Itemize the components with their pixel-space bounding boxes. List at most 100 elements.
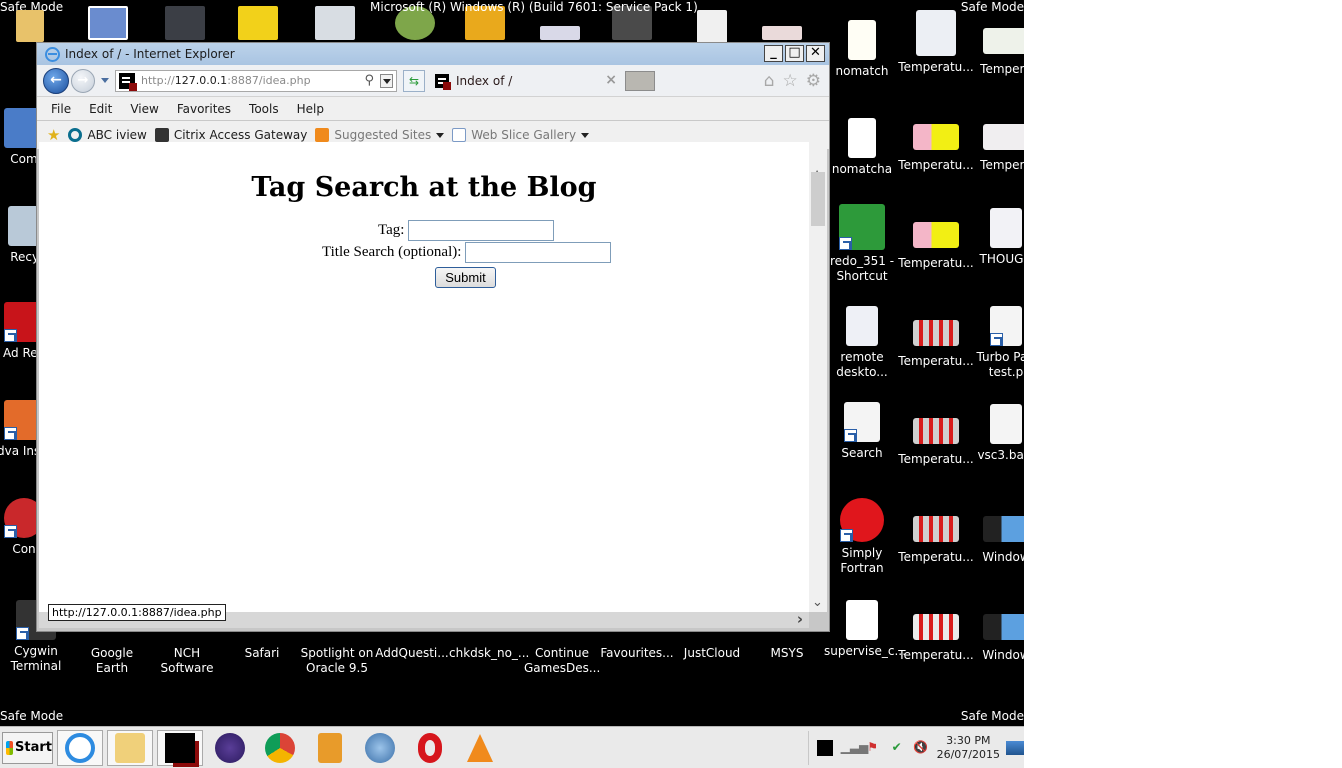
- text-file-icon[interactable]: [697, 10, 727, 44]
- image-icon[interactable]: [540, 26, 580, 40]
- web-server-tray-icon[interactable]: [816, 740, 833, 756]
- video-icon[interactable]: [88, 6, 128, 40]
- desktop-icon-thoughts[interactable]: THOUGH: [968, 208, 1024, 267]
- desktop-icon-temperature[interactable]: Temperatu...: [898, 124, 974, 173]
- desktop-icon-turbo-pascal[interactable]: Turbo Pa - test.p: [968, 306, 1024, 380]
- power-icon[interactable]: ✔: [889, 740, 905, 756]
- compatibility-view-button[interactable]: ⇆: [403, 69, 425, 92]
- desktop-icon-simply-fortran[interactable]: Simply Fortran: [824, 498, 900, 576]
- desktop-icon-temperature[interactable]: Tempera: [968, 28, 1024, 77]
- desktop-icon-google-earth[interactable]: Google Earth: [74, 646, 150, 676]
- desktop-icon-addquestion[interactable]: AddQuesti...: [374, 646, 450, 661]
- taskbar-vlc[interactable]: [457, 730, 503, 766]
- menu-edit[interactable]: Edit: [89, 102, 112, 116]
- desktop-icon-temperature[interactable]: Temperatu...: [898, 222, 974, 271]
- desktop-icon-nomatch[interactable]: nomatch: [824, 20, 900, 79]
- address-dropdown-button[interactable]: [380, 73, 393, 88]
- desktop-icon-temperature[interactable]: Tempera: [968, 124, 1024, 173]
- network-signal-icon[interactable]: ▁▃▅: [841, 740, 869, 756]
- vertical-scrollbar[interactable]: ▲ ⌄: [809, 142, 827, 612]
- desktop-icon-nomatcha[interactable]: nomatcha: [824, 118, 900, 177]
- desktop-icon-justcloud[interactable]: JustCloud: [674, 646, 750, 661]
- scrollbar-thumb[interactable]: [811, 172, 825, 226]
- scanner-icon[interactable]: [165, 6, 205, 40]
- image-icon: [913, 516, 959, 542]
- favorite-suggested-sites[interactable]: Suggested Sites: [315, 128, 445, 142]
- desktop-icon-temperature[interactable]: Temperatu...: [898, 614, 974, 663]
- taskbar-opera[interactable]: [407, 730, 453, 766]
- clock[interactable]: 3:30 PM 26/07/2015: [937, 734, 1000, 762]
- taskbar-chrome[interactable]: [257, 730, 303, 766]
- search-icon[interactable]: ⚲: [364, 73, 374, 88]
- page-heading: Tag Search at the Blog: [251, 172, 597, 203]
- desktop-icon-redo[interactable]: redo_351 - Shortcut: [824, 204, 900, 284]
- menu-tools[interactable]: Tools: [249, 102, 279, 116]
- desktop-icon-temperature[interactable]: Temperatu...: [898, 320, 974, 369]
- tab-close-icon[interactable]: ×: [605, 72, 617, 88]
- system-tray: ▁▃▅ ⚑ ✔ 🔇 3:30 PM 26/07/2015: [807, 731, 1024, 765]
- image-icon[interactable]: [762, 26, 802, 40]
- desktop-icon-search[interactable]: Search: [824, 402, 900, 461]
- globe-app-icon[interactable]: [238, 6, 278, 40]
- title-search-input[interactable]: [465, 242, 612, 263]
- menu-file[interactable]: File: [51, 102, 71, 116]
- volume-muted-icon[interactable]: 🔇: [913, 740, 929, 756]
- favorite-web-slice-gallery[interactable]: Web Slice Gallery: [452, 128, 590, 142]
- gear-icon[interactable]: ⚙: [806, 71, 821, 91]
- maximize-button[interactable]: □: [785, 45, 804, 62]
- show-desktop-button[interactable]: [1006, 741, 1024, 755]
- desktop-icon-vsc3[interactable]: vsc3.bat_: [968, 404, 1024, 463]
- desktop-icon-continue-games[interactable]: Continue GamesDes...: [524, 646, 600, 676]
- desktop-icon-msys[interactable]: MSYS: [749, 646, 825, 661]
- image-icon: [913, 222, 959, 248]
- back-button[interactable]: ←: [43, 67, 69, 94]
- desktop-icon-windows[interactable]: Window: [968, 516, 1024, 565]
- taskbar-web-server[interactable]: [157, 729, 203, 766]
- internet-explorer-window[interactable]: Index of / - Internet Explorer _ □ ✕ ← →…: [36, 42, 830, 632]
- favorite-citrix[interactable]: Citrix Access Gateway: [154, 128, 307, 142]
- menu-view[interactable]: View: [130, 102, 158, 116]
- taskbar-safari[interactable]: [357, 730, 403, 766]
- desktop-icon-temperature[interactable]: Temperatu...: [898, 516, 974, 565]
- internet-explorer-icon: [45, 46, 60, 62]
- taskbar-windows-explorer[interactable]: [107, 729, 153, 766]
- desktop-icon-supervise[interactable]: supervise_c...: [824, 600, 906, 659]
- scroll-right-icon[interactable]: ›: [797, 610, 803, 628]
- taskbar-eclipse[interactable]: [207, 730, 253, 766]
- desktop-icon-remote-desktop[interactable]: remote deskto...: [824, 306, 900, 380]
- title-bar[interactable]: Index of / - Internet Explorer _ □ ✕: [37, 43, 829, 65]
- tag-input[interactable]: [408, 220, 555, 241]
- printer-icon[interactable]: [315, 6, 355, 40]
- address-host: 127.0.0.1: [174, 74, 228, 87]
- menu-favorites[interactable]: Favorites: [177, 102, 231, 116]
- desktop-icon-windows[interactable]: Window: [968, 614, 1024, 663]
- desktop-icon-nch[interactable]: NCH Software: [149, 646, 225, 676]
- forward-button[interactable]: →: [71, 68, 95, 93]
- menu-help[interactable]: Help: [297, 102, 324, 116]
- start-button[interactable]: Start: [2, 731, 53, 764]
- taskbar-media-player[interactable]: [307, 730, 353, 766]
- desktop-icon-safari[interactable]: Safari: [224, 646, 300, 661]
- image-icon: [913, 320, 959, 346]
- recent-pages-dropdown[interactable]: [101, 78, 109, 83]
- tab-index-of[interactable]: Index of / ×: [433, 69, 623, 93]
- minimize-button[interactable]: _: [764, 45, 783, 62]
- tab-title: Index of /: [456, 73, 513, 88]
- favorite-abc-iview[interactable]: ABC iview: [68, 128, 147, 142]
- scroll-down-icon[interactable]: ⌄: [812, 595, 823, 610]
- action-center-icon[interactable]: ⚑: [865, 740, 881, 756]
- taskbar-internet-explorer[interactable]: [57, 729, 103, 766]
- submit-button[interactable]: Submit: [435, 267, 496, 288]
- close-button[interactable]: ✕: [806, 45, 825, 62]
- favorites-star-icon[interactable]: ☆: [783, 71, 798, 91]
- desktop-icon-favourites[interactable]: Favourites...: [599, 646, 675, 661]
- desktop-icon-temperature[interactable]: Temperatu...: [898, 10, 974, 75]
- home-icon[interactable]: ⌂: [764, 71, 775, 91]
- desktop-icon-spotlight[interactable]: Spotlight on Oracle 9.5: [299, 646, 375, 676]
- address-bar[interactable]: http://127.0.0.1:8887/idea.php ⚲: [115, 69, 397, 92]
- desktop-icon-chkdsk[interactable]: chkdsk_no_...: [449, 646, 529, 661]
- desktop-icon-temperature[interactable]: Temperatu...: [898, 418, 974, 467]
- new-tab-button[interactable]: [625, 70, 655, 91]
- favorite-label: Web Slice Gallery: [471, 128, 577, 142]
- folder-icon[interactable]: [16, 10, 44, 42]
